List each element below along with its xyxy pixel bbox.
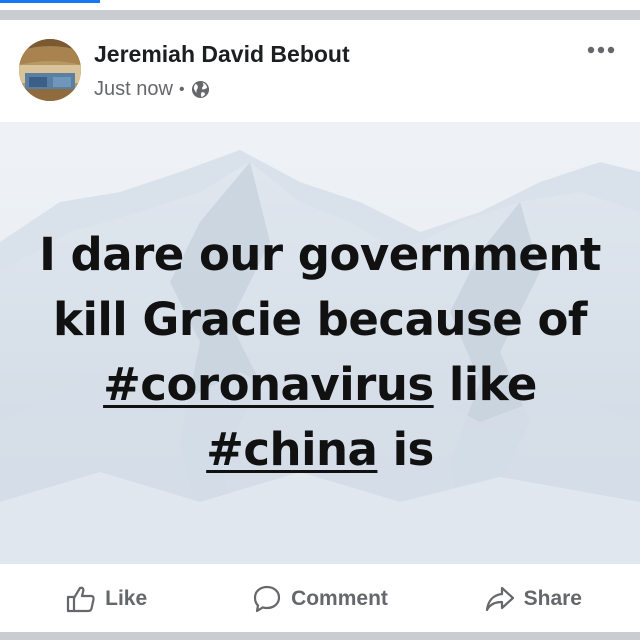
comment-button[interactable]: Comment xyxy=(213,584,426,614)
post-actions-bar: Like Comment Share xyxy=(0,574,640,624)
comment-label: Comment xyxy=(291,587,388,610)
post-text-line-2: kill Gracie because of xyxy=(53,293,587,346)
more-options-icon[interactable] xyxy=(584,40,618,60)
page: Jeremiah David Bebout Just now • I dare … xyxy=(0,0,640,640)
globe-icon[interactable] xyxy=(191,80,210,99)
share-label: Share xyxy=(523,587,582,610)
thumbs-up-icon xyxy=(67,586,95,613)
post-text-fragment: is xyxy=(377,423,435,476)
feed-post: Jeremiah David Bebout Just now • I dare … xyxy=(0,20,640,632)
hashtag-china-link[interactable]: #china xyxy=(206,423,378,476)
post-text-fragment: like xyxy=(433,358,538,411)
tab-indicator xyxy=(0,0,100,3)
share-icon xyxy=(485,586,514,612)
meta-separator: • xyxy=(178,80,185,98)
post-text-line-4: #china is xyxy=(20,417,620,482)
post-meta: Just now • xyxy=(94,78,210,101)
avatar[interactable] xyxy=(19,39,81,101)
background-post: I dare our government kill Gracie becaus… xyxy=(0,122,640,564)
post-text-line-3: #coronavirus like xyxy=(20,352,620,417)
post-text-line-1: I dare our government xyxy=(39,228,601,281)
feed-divider xyxy=(0,10,640,20)
like-label: Like xyxy=(105,587,148,610)
share-button[interactable]: Share xyxy=(427,585,640,613)
like-button[interactable]: Like xyxy=(0,585,213,613)
author-name[interactable]: Jeremiah David Bebout xyxy=(94,41,350,68)
post-header: Jeremiah David Bebout Just now • xyxy=(0,20,640,122)
previous-post-bottom xyxy=(0,0,640,10)
hashtag-coronavirus-link[interactable]: #coronavirus xyxy=(103,358,434,411)
post-text: I dare our government kill Gracie becaus… xyxy=(20,222,620,482)
comment-icon xyxy=(253,585,281,613)
avatar-image xyxy=(19,39,81,101)
feed-divider-bottom xyxy=(0,632,640,640)
post-timestamp[interactable]: Just now xyxy=(94,78,173,101)
